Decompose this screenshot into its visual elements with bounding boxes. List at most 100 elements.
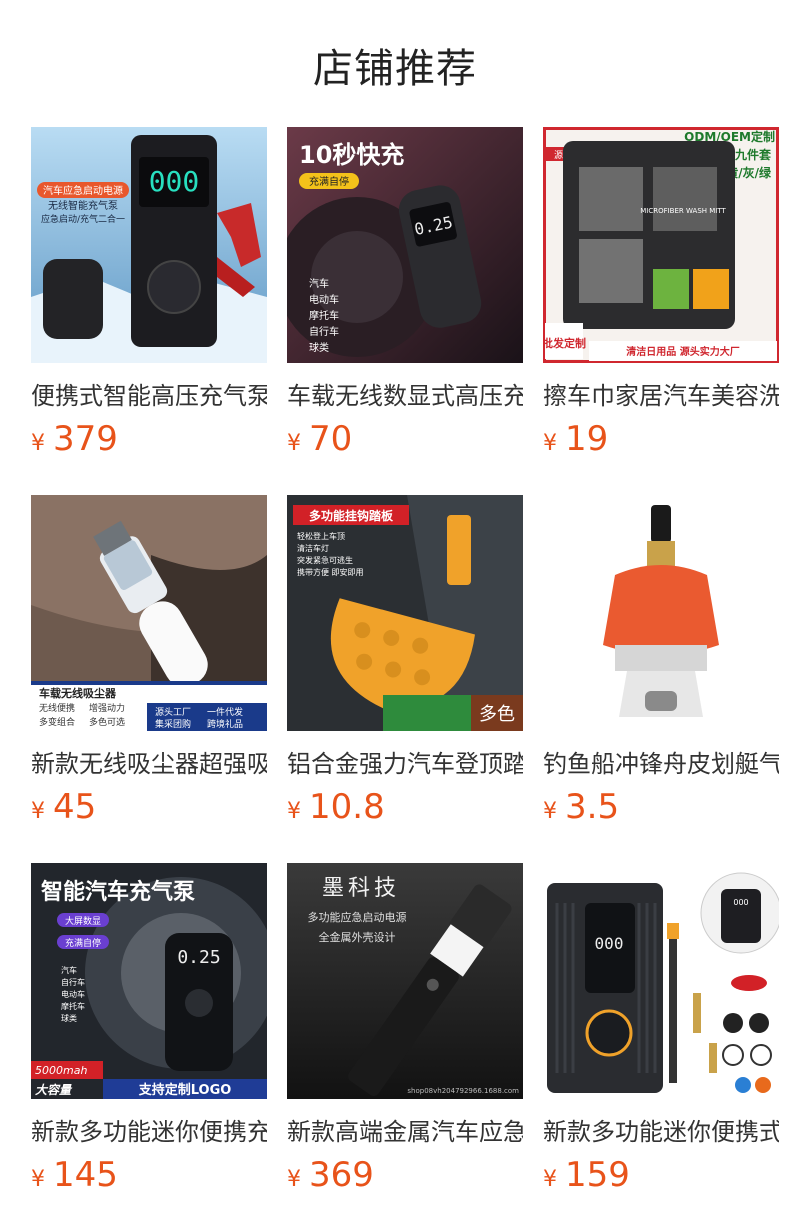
svg-text:源头工厂: 源头工厂	[155, 707, 191, 718]
currency-symbol: ¥	[287, 1167, 301, 1192]
product-price: ¥379	[31, 417, 118, 461]
svg-text:支持定制LOGO: 支持定制LOGO	[138, 1082, 232, 1098]
product-image[interactable]	[543, 495, 779, 731]
svg-text:智能汽车充气泵: 智能汽车充气泵	[41, 879, 195, 905]
price-amount: 369	[309, 1155, 374, 1195]
door-step-icon: 多功能挂钩踏板 轻松登上车顶 清洁车灯 突发紧急可逃生 携带方便 即安即用 多色	[287, 495, 523, 731]
price-amount: 19	[565, 419, 609, 459]
svg-text:电动车: 电动车	[61, 989, 85, 999]
product-price: ¥70	[287, 417, 352, 461]
svg-text:球类: 球类	[61, 1013, 77, 1023]
product-price: ¥10.8	[287, 785, 385, 829]
product-image[interactable]: 车载无线吸尘器 无线便携 增强动力 多变组合 多色可选 源头工厂 一件代发 集采…	[31, 495, 267, 731]
svg-text:清洁车灯: 清洁车灯	[297, 543, 329, 553]
currency-symbol: ¥	[31, 431, 45, 456]
product-name[interactable]: 新款高端金属汽车应急启动电源	[287, 1115, 523, 1149]
svg-text:大容量: 大容量	[35, 1083, 73, 1097]
svg-text:5000mah: 5000mah	[35, 1064, 87, 1077]
microfiber-kit-icon: ODM/OEM定制 清洁九件套 黄/灰/绿 源头工厂 MICROFIBER WA…	[543, 127, 779, 363]
svg-text:无线智能充气泵: 无线智能充气泵	[48, 199, 118, 212]
product-name[interactable]: 新款多功能迷你便携式充气泵	[543, 1115, 779, 1149]
tire-inflator-icon: 10秒快充 充满自停 汽车 电动车 摩托车 自行车 球类 0.25	[287, 127, 523, 363]
price-amount: 145	[53, 1155, 118, 1195]
product-name[interactable]: 钓鱼船冲锋舟皮划艇气嘴	[543, 747, 779, 781]
svg-text:应急启动/充气二合一: 应急启动/充气二合一	[41, 213, 125, 225]
device-screen: 000	[149, 165, 200, 198]
svg-text:大屏数显: 大屏数显	[65, 915, 101, 927]
svg-text:10秒快充: 10秒快充	[299, 141, 404, 169]
product-image[interactable]: 000 000	[543, 863, 779, 1099]
currency-symbol: ¥	[287, 799, 301, 824]
svg-text:自行车: 自行车	[61, 977, 85, 987]
svg-text:无线便携: 无线便携	[39, 702, 75, 714]
svg-text:000: 000	[595, 934, 624, 953]
product-price: ¥159	[543, 1153, 630, 1197]
product-name[interactable]: 车载无线数显式高压充气泵	[287, 379, 523, 413]
svg-text:多色可选: 多色可选	[89, 716, 125, 728]
product-price: ¥145	[31, 1153, 118, 1197]
product-image[interactable]: ODM/OEM定制 清洁九件套 黄/灰/绿 源头工厂 MICROFIBER WA…	[543, 127, 779, 363]
vacuum-icon: 车载无线吸尘器 无线便携 增强动力 多变组合 多色可选 源头工厂 一件代发 集采…	[31, 495, 267, 731]
price-amount: 10.8	[309, 787, 385, 827]
currency-symbol: ¥	[31, 1167, 45, 1192]
svg-text:跨境礼品: 跨境礼品	[207, 718, 243, 730]
svg-text:MICROFIBER WASH MITT: MICROFIBER WASH MITT	[640, 207, 726, 215]
portable-pump-icon: 000 000	[543, 863, 779, 1099]
svg-text:突发紧急可逃生: 突发紧急可逃生	[297, 555, 353, 565]
svg-text:墨科技: 墨科技	[322, 876, 400, 901]
price-amount: 70	[309, 419, 353, 459]
svg-text:多功能挂钩踏板: 多功能挂钩踏板	[309, 508, 394, 523]
svg-text:集采团购: 集采团购	[155, 718, 191, 730]
product-name[interactable]: 新款多功能迷你便携充气泵	[31, 1115, 267, 1149]
svg-text:摩托车: 摩托车	[309, 309, 339, 322]
currency-symbol: ¥	[31, 799, 45, 824]
svg-text:多色: 多色	[479, 704, 515, 725]
svg-text:shop08vh204792966.1688.com: shop08vh204792966.1688.com	[407, 1087, 519, 1095]
svg-text:轻松登上车顶: 轻松登上车顶	[297, 531, 345, 541]
product-price: ¥3.5	[543, 785, 619, 829]
svg-text:多变组合: 多变组合	[39, 716, 75, 728]
svg-text:汽车: 汽车	[309, 277, 329, 290]
product-image[interactable]: 多功能挂钩踏板 轻松登上车顶 清洁车灯 突发紧急可逃生 携带方便 即安即用 多色	[287, 495, 523, 731]
svg-text:000: 000	[733, 898, 748, 907]
currency-symbol: ¥	[543, 1167, 557, 1192]
flashlight-icon: 墨科技 多功能应急启动电源 全金属外壳设计 shop08vh204792966.…	[287, 863, 523, 1099]
product-price: ¥369	[287, 1153, 374, 1197]
price-amount: 45	[53, 787, 97, 827]
product-image[interactable]: 10秒快充 充满自停 汽车 电动车 摩托车 自行车 球类 0.25	[287, 127, 523, 363]
svg-text:0.25: 0.25	[177, 947, 220, 968]
svg-text:多功能应急启动电源: 多功能应急启动电源	[308, 910, 407, 924]
svg-text:充满自停: 充满自停	[65, 937, 101, 949]
price-amount: 379	[53, 419, 118, 459]
svg-text:清洁日用品 源头实力大厂: 清洁日用品 源头实力大厂	[626, 345, 739, 358]
svg-text:全金属外壳设计: 全金属外壳设计	[319, 930, 396, 944]
product-image[interactable]: 智能汽车充气泵 大屏数显 充满自停 汽车 自行车 电动车 摩托车 球类 0.25…	[31, 863, 267, 1099]
currency-symbol: ¥	[543, 799, 557, 824]
svg-text:自行车: 自行车	[309, 325, 339, 338]
valve-adapter-icon	[543, 495, 779, 731]
svg-text:电动车: 电动车	[309, 293, 339, 306]
svg-text:增强动力: 增强动力	[89, 702, 125, 714]
price-amount: 159	[565, 1155, 630, 1195]
price-amount: 3.5	[565, 787, 620, 827]
product-name[interactable]: 新款无线吸尘器超强吸力	[31, 747, 267, 781]
product-name[interactable]: 便携式智能高压充气泵	[31, 379, 267, 413]
svg-text:充满自停: 充满自停	[309, 175, 349, 188]
smart-pump-icon: 智能汽车充气泵 大屏数显 充满自停 汽车 自行车 电动车 摩托车 球类 0.25…	[31, 863, 267, 1099]
product-name[interactable]: 擦车巾家居汽车美容洗车套装	[543, 379, 779, 413]
svg-text:球类: 球类	[309, 341, 329, 354]
product-image[interactable]: 墨科技 多功能应急启动电源 全金属外壳设计 shop08vh204792966.…	[287, 863, 523, 1099]
svg-text:汽车应急启动电源: 汽车应急启动电源	[43, 184, 123, 197]
product-image[interactable]: 000 汽车应急启动电源 无线智能充气泵 应急启动/充气二合一	[31, 127, 267, 363]
page-title: 店铺推荐	[313, 46, 477, 92]
svg-text:携带方便 即安即用: 携带方便 即安即用	[297, 567, 364, 577]
svg-text:批发定制: 批发定制	[543, 336, 586, 350]
currency-symbol: ¥	[543, 431, 557, 456]
product-name[interactable]: 铝合金强力汽车登顶踏板	[287, 747, 523, 781]
product-price: ¥45	[31, 785, 96, 829]
car-jump-starter-icon: 000 汽车应急启动电源 无线智能充气泵 应急启动/充气二合一	[31, 127, 267, 363]
svg-text:车载无线吸尘器: 车载无线吸尘器	[39, 686, 117, 700]
svg-text:汽车: 汽车	[61, 965, 77, 975]
currency-symbol: ¥	[287, 431, 301, 456]
svg-text:一件代发: 一件代发	[207, 706, 243, 718]
